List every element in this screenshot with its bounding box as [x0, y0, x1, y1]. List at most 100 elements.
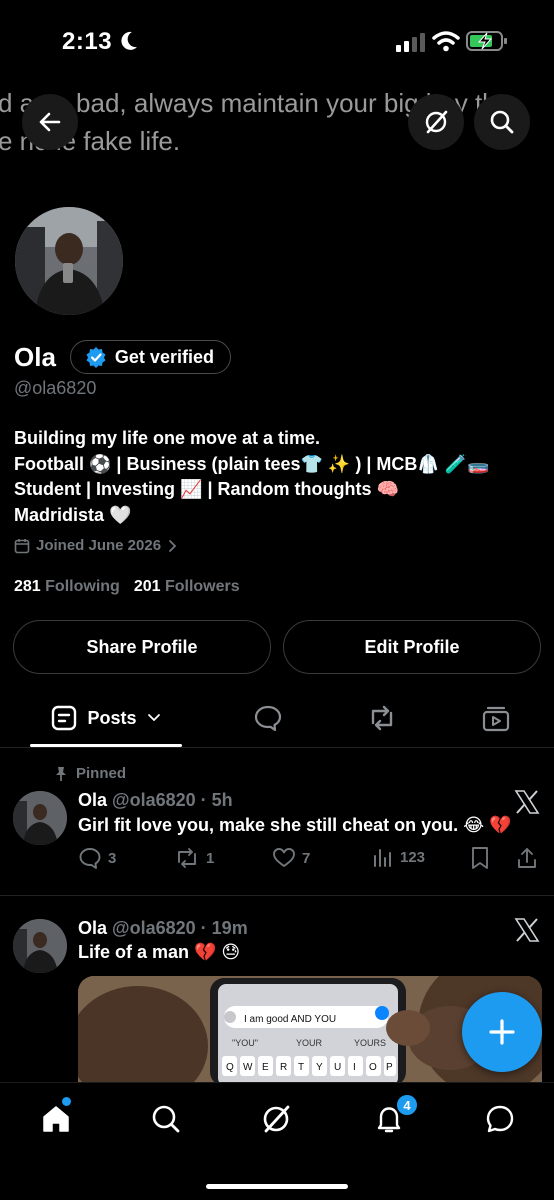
media-suggestion: "YOU" [232, 1038, 258, 1048]
avatar-photo [13, 791, 67, 845]
display-name: Ola [14, 341, 56, 372]
bottom-nav: 4 [0, 1082, 554, 1200]
post-time: 5h [211, 790, 233, 810]
post-author-handle[interactable]: @ola6820 [112, 790, 196, 810]
name-row: Ola Get verified [14, 340, 231, 374]
share-button[interactable] [516, 846, 538, 870]
search-icon [152, 1105, 180, 1133]
signal-icon [396, 33, 425, 52]
profile-avatar[interactable] [12, 204, 126, 318]
compose-post-button[interactable] [462, 992, 542, 1072]
tab-replies[interactable] [246, 690, 290, 746]
get-verified-button[interactable]: Get verified [69, 340, 231, 374]
joined-label: Joined June 2026 [36, 537, 162, 554]
profile-tabs: Posts [0, 690, 554, 748]
pinned-label: Pinned [76, 765, 127, 782]
pin-icon [56, 766, 66, 781]
followers-label: Followers [164, 578, 240, 595]
tab-posts[interactable]: Posts [30, 690, 182, 746]
post-item[interactable]: Ola @ola6820 · 19m Life of a man 💔 😓 I a… [0, 908, 554, 1088]
followers-link[interactable]: 201 Followers [134, 578, 240, 596]
svg-text:Q: Q [226, 1062, 234, 1073]
edit-profile-button[interactable]: Edit Profile [283, 620, 541, 674]
back-button[interactable] [22, 94, 78, 150]
post-avatar[interactable] [13, 919, 67, 973]
notification-count-badge: 4 [395, 1093, 419, 1117]
repost-icon [371, 705, 393, 731]
svg-text:U: U [334, 1062, 341, 1073]
svg-text:P: P [386, 1062, 393, 1073]
avatar-photo [15, 207, 123, 315]
nav-search[interactable] [148, 1101, 184, 1137]
post-actions: 3 1 7 123 [78, 846, 542, 870]
bio-line: Football ⚽ | Business (plain tees👕 ✨ ) |… [14, 453, 490, 474]
post-author-handle[interactable]: @ola6820 [112, 918, 196, 938]
post-separator: · [200, 918, 207, 938]
grok-button[interactable] [408, 94, 464, 150]
grok-icon [263, 1105, 290, 1133]
followers-count: 201 [133, 578, 161, 595]
like-button[interactable]: 7 [272, 846, 310, 870]
profile-bio: Building my life one move at a time. Foo… [14, 426, 534, 528]
svg-text:Y: Y [316, 1062, 323, 1073]
views-button[interactable]: 123 [372, 846, 425, 868]
following-link[interactable]: 281 Following [14, 578, 120, 596]
x-logo-icon [514, 918, 540, 942]
home-icon [43, 1106, 69, 1132]
repost-count: 1 [206, 849, 215, 867]
share-profile-button[interactable]: Share Profile [13, 620, 271, 674]
tab-media[interactable] [474, 690, 518, 746]
views-icon [374, 849, 391, 867]
bio-line: Student | Investing 📈 | Random thoughts … [14, 479, 399, 499]
keyboard-row: Q W E R T Y U I O P [222, 1056, 396, 1076]
joined-date[interactable]: Joined June 2026 [14, 537, 179, 554]
heart-icon [273, 848, 295, 867]
svg-text:O: O [369, 1062, 377, 1073]
reply-icon [254, 705, 282, 732]
bio-line: Madridista 🤍 [14, 504, 132, 525]
search-button[interactable] [474, 94, 530, 150]
posts-icon [52, 705, 77, 731]
repost-icon [178, 848, 196, 868]
profile-handle: @ola6820 [14, 378, 97, 398]
x-logo-icon [514, 790, 540, 814]
following-label: Following [45, 578, 120, 595]
media-typed-text: I am good AND YOU [244, 1014, 336, 1025]
verified-badge-icon [86, 347, 106, 368]
nav-grok[interactable] [258, 1101, 294, 1137]
arrow-left-icon [39, 112, 61, 132]
svg-text:R: R [280, 1062, 287, 1073]
media-suggestion: YOUR [296, 1038, 323, 1048]
reply-button[interactable]: 3 [78, 846, 116, 870]
nav-messages[interactable] [482, 1101, 518, 1137]
avatar-photo [13, 919, 67, 973]
post-header: Ola @ola6820 · 5h [78, 790, 233, 811]
post-author-name[interactable]: Ola [78, 790, 107, 810]
tab-reposts[interactable] [360, 690, 404, 746]
post-avatar[interactable] [13, 791, 67, 845]
post-separator: · [200, 790, 207, 810]
chevron-down-icon [147, 714, 160, 722]
reply-count: 3 [108, 849, 117, 867]
post-item[interactable]: Pinned Ola @ola6820 · 5h Girl fit love y… [0, 760, 554, 896]
post-time: 19m [211, 918, 248, 938]
grok-icon [425, 110, 448, 134]
tab-posts-label: Posts [87, 707, 137, 728]
post-text: Life of a man 💔 😓 [78, 942, 241, 962]
messages-icon [486, 1105, 514, 1133]
search-icon [490, 110, 514, 134]
repost-button[interactable]: 1 [174, 846, 214, 870]
post-text: Girl fit love you, make she still cheat … [78, 815, 512, 835]
reply-icon [79, 848, 101, 869]
home-indicator [206, 1184, 348, 1189]
status-bar: 2:13 [0, 0, 554, 80]
nav-home[interactable] [38, 1101, 74, 1137]
calendar-icon [14, 538, 30, 553]
bio-line: Building my life one move at a time. [14, 428, 321, 448]
post-author-name[interactable]: Ola [78, 918, 107, 938]
following-count: 281 [14, 578, 41, 595]
svg-text:W: W [243, 1062, 253, 1073]
svg-text:I: I [353, 1062, 356, 1073]
bookmark-button[interactable] [470, 846, 490, 870]
share-icon [518, 848, 536, 868]
